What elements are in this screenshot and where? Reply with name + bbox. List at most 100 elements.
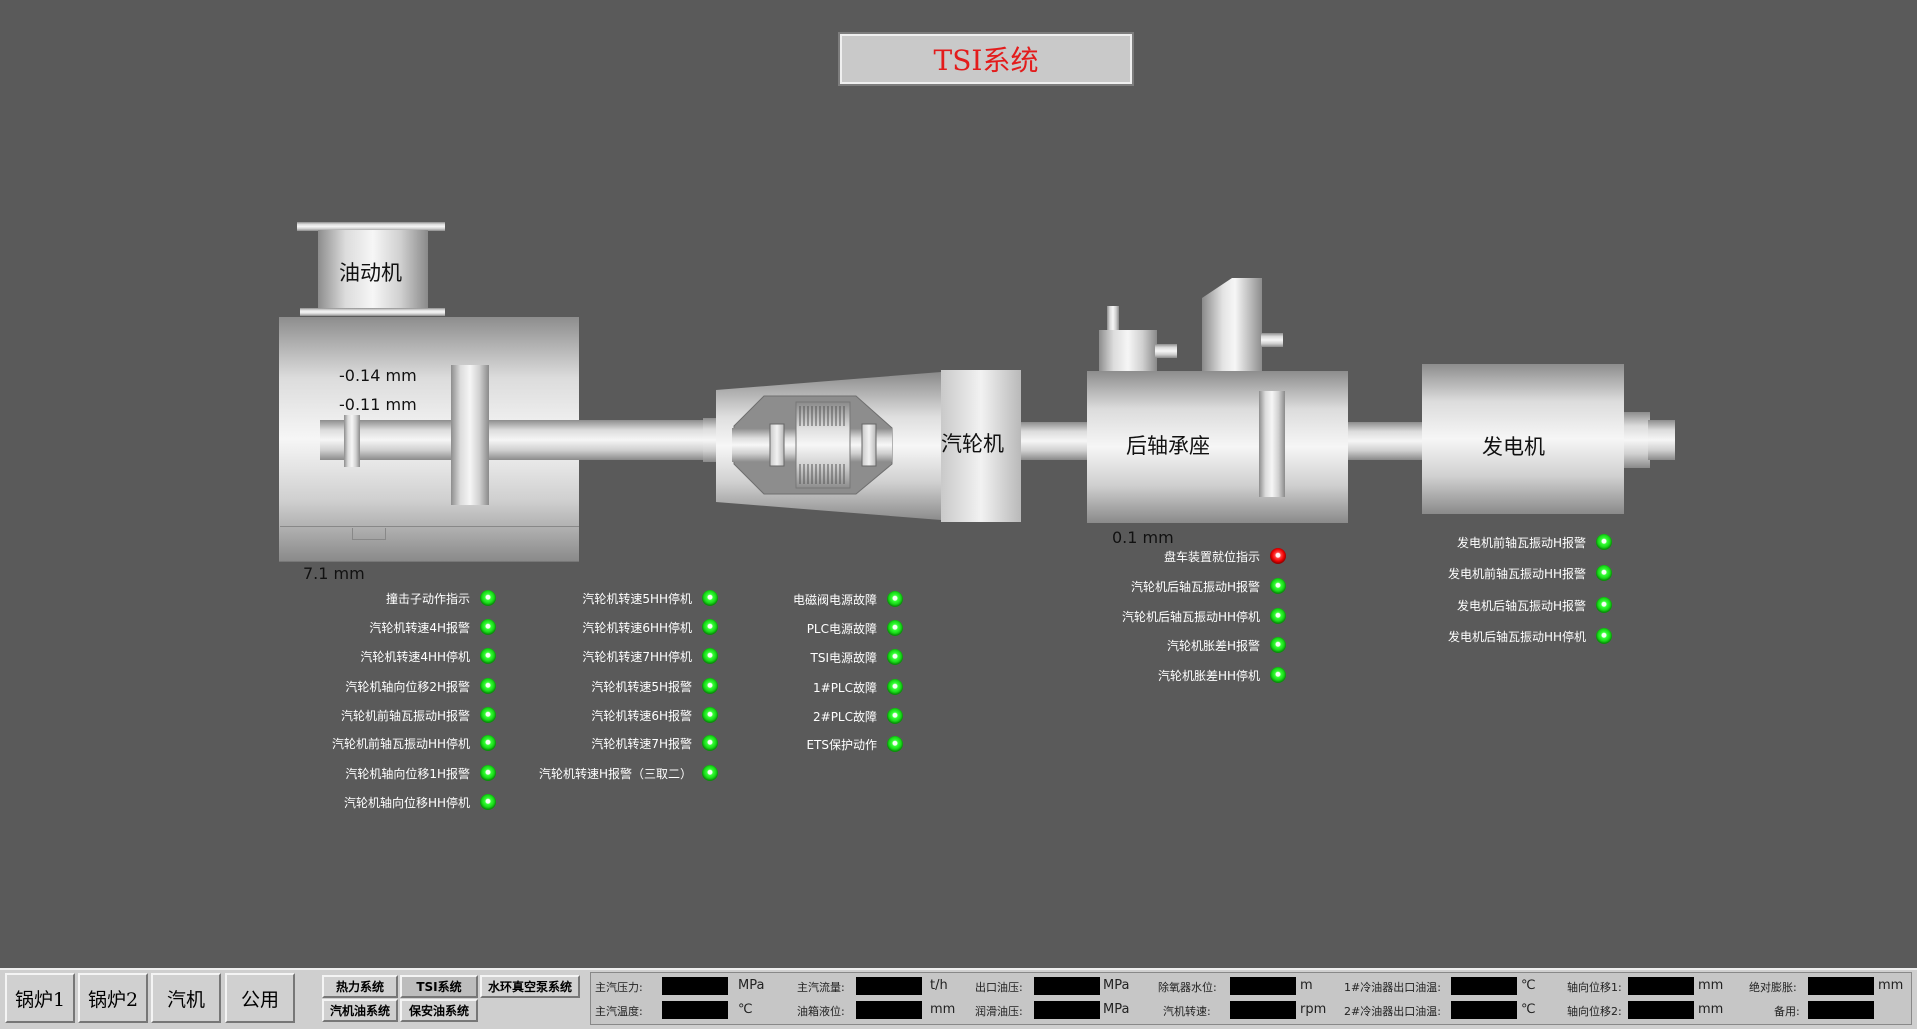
status-led-icon [1270,578,1286,594]
indicator-label: 汽轮机前轴瓦振动H报警 [340,708,470,723]
status-led-icon [480,590,496,606]
nav-turbine-button[interactable]: 汽机 [151,973,221,1023]
indicator-label: 汽轮机轴向位移2H报警 [345,679,470,694]
indicator-label: 汽轮机转速5H报警 [591,679,692,694]
indicator-label: 汽轮机转速5HH停机 [582,591,692,606]
status-led-icon [887,649,903,665]
status-value-display [1451,1001,1517,1019]
indicator-row: 汽轮机胀差H报警 [1167,634,1286,656]
status-led-icon [887,620,903,636]
status-label: 1#冷油器出口油温: [1344,981,1441,994]
rear-bearing-pipe-left [1099,330,1157,372]
indicator-label: PLC电源故障 [806,621,877,636]
generator-label: 发电机 [1482,435,1545,459]
status-value-display [856,977,922,995]
status-value-display [662,977,728,995]
status-label: 主汽温度: [595,1005,643,1018]
rear-bearing-stem [1107,306,1119,332]
status-unit: m [1300,978,1313,993]
indicator-row: 汽轮机转速4H报警 [369,616,496,638]
rear-bearing-pipe-right-nozzle [1261,333,1283,347]
indicator-label: 汽轮机转速7H报警 [591,736,692,751]
status-label: 绝对膨胀: [1749,981,1797,994]
front-bearing-base-line [280,526,579,527]
indicator-label: 汽轮机轴向位移1H报警 [345,766,470,781]
turbine-label: 汽轮机 [941,432,1004,456]
indicator-label: 2#PLC故障 [813,709,877,724]
status-unit: MPa [1103,1002,1130,1017]
status-led-icon [1596,597,1612,613]
indicator-row: 汽轮机胀差HH停机 [1158,664,1286,686]
indicator-label: 汽轮机转速4HH停机 [360,649,470,664]
front-bearing-collar [344,415,360,467]
status-led-icon [1270,548,1286,564]
subnav-tsi-button[interactable]: TSI系统 [400,975,478,998]
indicator-label: 汽轮机前轴瓦振动HH停机 [331,736,470,751]
indicator-label: 汽轮机转速4H报警 [369,620,470,635]
status-led-icon [480,735,496,751]
status-value-display [856,1001,922,1019]
status-unit: mm [1698,978,1724,993]
status-unit: ℃ [738,1002,753,1017]
status-led-icon [1596,534,1612,550]
status-label: 润滑油压: [975,1005,1023,1018]
status-led-icon [702,590,718,606]
front-bearing-disc [451,365,489,505]
status-value-display [1628,1001,1694,1019]
subnav-turbine-oil-button[interactable]: 汽机油系统 [322,999,398,1022]
nav-common-button[interactable]: 公用 [225,973,295,1023]
rear-bearing-pipe-left-nozzle [1155,344,1177,358]
rear-bearing-pipe-right [1202,278,1262,372]
status-unit: rpm [1300,1002,1327,1017]
nav-boiler1-button[interactable]: 锅炉1 [5,973,75,1023]
status-unit: mm [1698,1002,1724,1017]
status-led-icon [480,707,496,723]
nav-boiler2-button[interactable]: 锅炉2 [78,973,148,1023]
page-title: TSI系统 [838,32,1134,86]
status-label: 除氧器水位: [1158,981,1217,994]
indicator-label: 汽轮机转速7HH停机 [582,649,692,664]
status-led-icon [887,679,903,695]
rear-bearing-disc [1259,391,1285,497]
subnav-vacuum-button[interactable]: 水环真空泵系统 [480,975,580,998]
indicator-row: PLC电源故障 [807,617,903,639]
status-led-icon [887,708,903,724]
status-value-display [1034,1001,1100,1019]
indicator-row: 汽轮机转速6HH停机 [582,616,718,638]
status-led-icon [1270,608,1286,624]
status-led-icon [702,707,718,723]
indicator-row: 发电机前轴瓦振动HH报警 [1448,562,1612,584]
indicator-row: 2#PLC故障 [813,705,903,727]
status-led-icon [1596,565,1612,581]
indicator-row: ETS保护动作 [806,733,903,755]
indicator-row: 汽轮机转速6H报警 [591,704,718,726]
measurement-3: 7.1 mm [303,564,365,583]
status-led-icon [1270,667,1286,683]
status-led-icon [1270,637,1286,653]
indicator-row: 汽轮机转速5H报警 [591,675,718,697]
shaft-middle [1015,422,1090,460]
indicator-label: 汽轮机后轴瓦振动HH停机 [1121,609,1260,624]
indicator-label: 汽轮机胀差H报警 [1166,638,1260,653]
indicator-label: 汽轮机胀差HH停机 [1157,668,1260,683]
status-label: 2#冷油器出口油温: [1344,1005,1441,1018]
front-bearing-notch [352,528,386,540]
subnav-safety-oil-button[interactable]: 保安油系统 [400,999,478,1022]
status-unit: MPa [738,978,765,993]
status-unit: ℃ [1521,978,1536,993]
status-unit: ℃ [1521,1002,1536,1017]
indicator-row: 汽轮机前轴瓦振动H报警 [341,704,496,726]
actuator-bottom-flange [300,308,445,316]
status-value-display [1628,977,1694,995]
shaft-end [1620,412,1650,468]
indicator-row: 发电机后轴瓦振动HH停机 [1448,625,1612,647]
indicator-label: 汽轮机转速H报警（三取二） [538,766,692,781]
subnav-thermal-button[interactable]: 热力系统 [322,975,398,998]
indicator-row: 汽轮机后轴瓦振动HH停机 [1122,605,1286,627]
rear-bearing-label: 后轴承座 [1126,434,1210,458]
indicator-label: 汽轮机轴向位移HH停机 [343,795,470,810]
indicator-label: 发电机后轴瓦振动H报警 [1456,598,1586,613]
status-led-icon [702,648,718,664]
status-label: 油箱液位: [797,1005,845,1018]
status-led-icon [480,678,496,694]
